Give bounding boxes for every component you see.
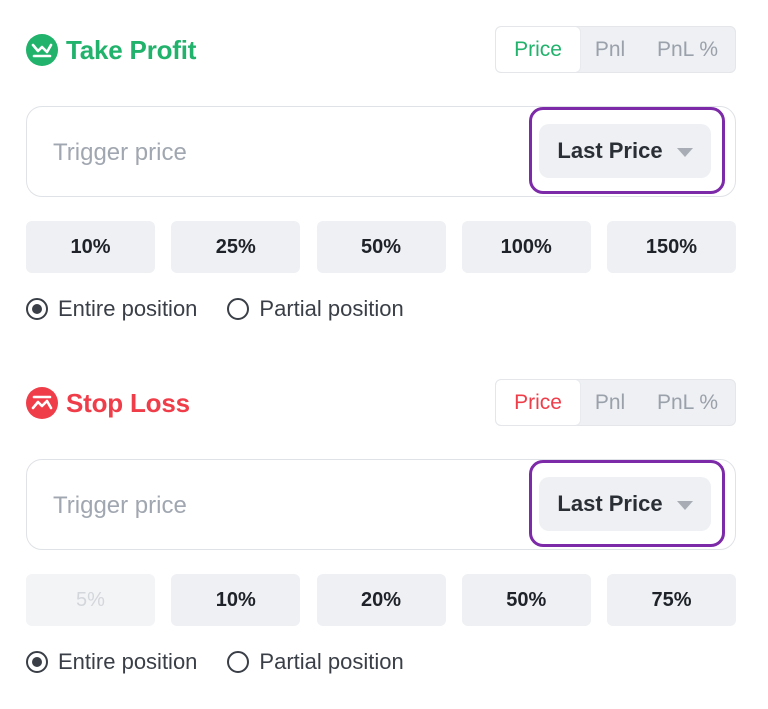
radio-label: Partial position: [259, 649, 404, 674]
radio-unselected-icon[interactable]: [227, 651, 250, 673]
take-profit-trigger-price-input[interactable]: [53, 131, 493, 175]
stop-loss-entire-position-option[interactable]: Entire position: [26, 649, 197, 675]
stop-loss-header: Stop Loss Price Pnl PnL %: [26, 379, 736, 427]
take-profit-mode-toggle: Price Pnl PnL %: [495, 26, 736, 73]
stop-loss-percent-button[interactable]: 50%: [461, 574, 591, 626]
take-profit-label: Take Profit: [66, 34, 197, 65]
stop-loss-title: Stop Loss: [26, 387, 190, 419]
stop-loss-percent-button[interactable]: 10%: [171, 574, 301, 626]
radio-selected-icon[interactable]: [26, 651, 48, 673]
chart-trend-up-icon: [26, 34, 58, 66]
stop-loss-percent-button[interactable]: 75%: [607, 574, 736, 626]
stop-loss-price-type-dropdown[interactable]: Last Price: [539, 477, 711, 531]
stop-loss-percent-row: 5% 10% 20% 50% 75%: [26, 574, 736, 626]
stop-loss-section: Stop Loss Price Pnl PnL % Last Price 5% …: [26, 379, 736, 674]
take-profit-mode-price[interactable]: Price: [496, 27, 580, 72]
radio-label: Entire position: [58, 296, 198, 321]
take-profit-mode-pnl[interactable]: Pnl: [580, 27, 640, 72]
take-profit-percent-button[interactable]: 10%: [26, 221, 155, 273]
caret-down-icon: [676, 500, 693, 510]
stop-loss-percent-button[interactable]: 20%: [316, 574, 446, 626]
take-profit-section: Take Profit Price Pnl PnL % Last Price 1…: [26, 26, 736, 321]
radio-label: Entire position: [58, 649, 198, 674]
radio-unselected-icon[interactable]: [227, 298, 250, 320]
take-profit-entire-position-option[interactable]: Entire position: [26, 296, 197, 322]
take-profit-position-options: Entire position Partial position: [26, 296, 434, 322]
take-profit-percent-button[interactable]: 50%: [316, 221, 446, 273]
stop-loss-percent-button-disabled: 5%: [26, 574, 155, 626]
take-profit-title: Take Profit: [26, 34, 196, 66]
take-profit-percent-row: 10% 25% 50% 100% 150%: [26, 221, 736, 273]
take-profit-header: Take Profit Price Pnl PnL %: [26, 26, 736, 74]
take-profit-partial-position-option[interactable]: Partial position: [227, 296, 404, 322]
take-profit-price-type-dropdown[interactable]: Last Price: [539, 124, 711, 178]
radio-label: Partial position: [259, 296, 404, 321]
stop-loss-mode-pnl-percent[interactable]: PnL %: [640, 380, 735, 425]
stop-loss-mode-toggle: Price Pnl PnL %: [495, 379, 736, 426]
caret-down-icon: [676, 147, 693, 157]
stop-loss-price-type-label: Last Price: [557, 491, 663, 516]
take-profit-percent-button[interactable]: 150%: [607, 221, 736, 273]
chart-trend-down-icon: [26, 387, 58, 419]
stop-loss-mode-price[interactable]: Price: [496, 380, 580, 425]
stop-loss-partial-position-option[interactable]: Partial position: [227, 649, 404, 675]
stop-loss-trigger-price-input[interactable]: [53, 484, 493, 528]
take-profit-price-type-label: Last Price: [557, 138, 663, 163]
take-profit-mode-pnl-percent[interactable]: PnL %: [640, 27, 735, 72]
stop-loss-mode-pnl[interactable]: Pnl: [580, 380, 640, 425]
radio-selected-icon[interactable]: [26, 298, 48, 320]
take-profit-percent-button[interactable]: 100%: [461, 221, 591, 273]
stop-loss-trigger-box: Last Price: [26, 459, 736, 550]
stop-loss-position-options: Entire position Partial position: [26, 649, 434, 675]
take-profit-percent-button[interactable]: 25%: [171, 221, 301, 273]
stop-loss-label: Stop Loss: [66, 387, 190, 418]
take-profit-trigger-box: Last Price: [26, 106, 736, 197]
